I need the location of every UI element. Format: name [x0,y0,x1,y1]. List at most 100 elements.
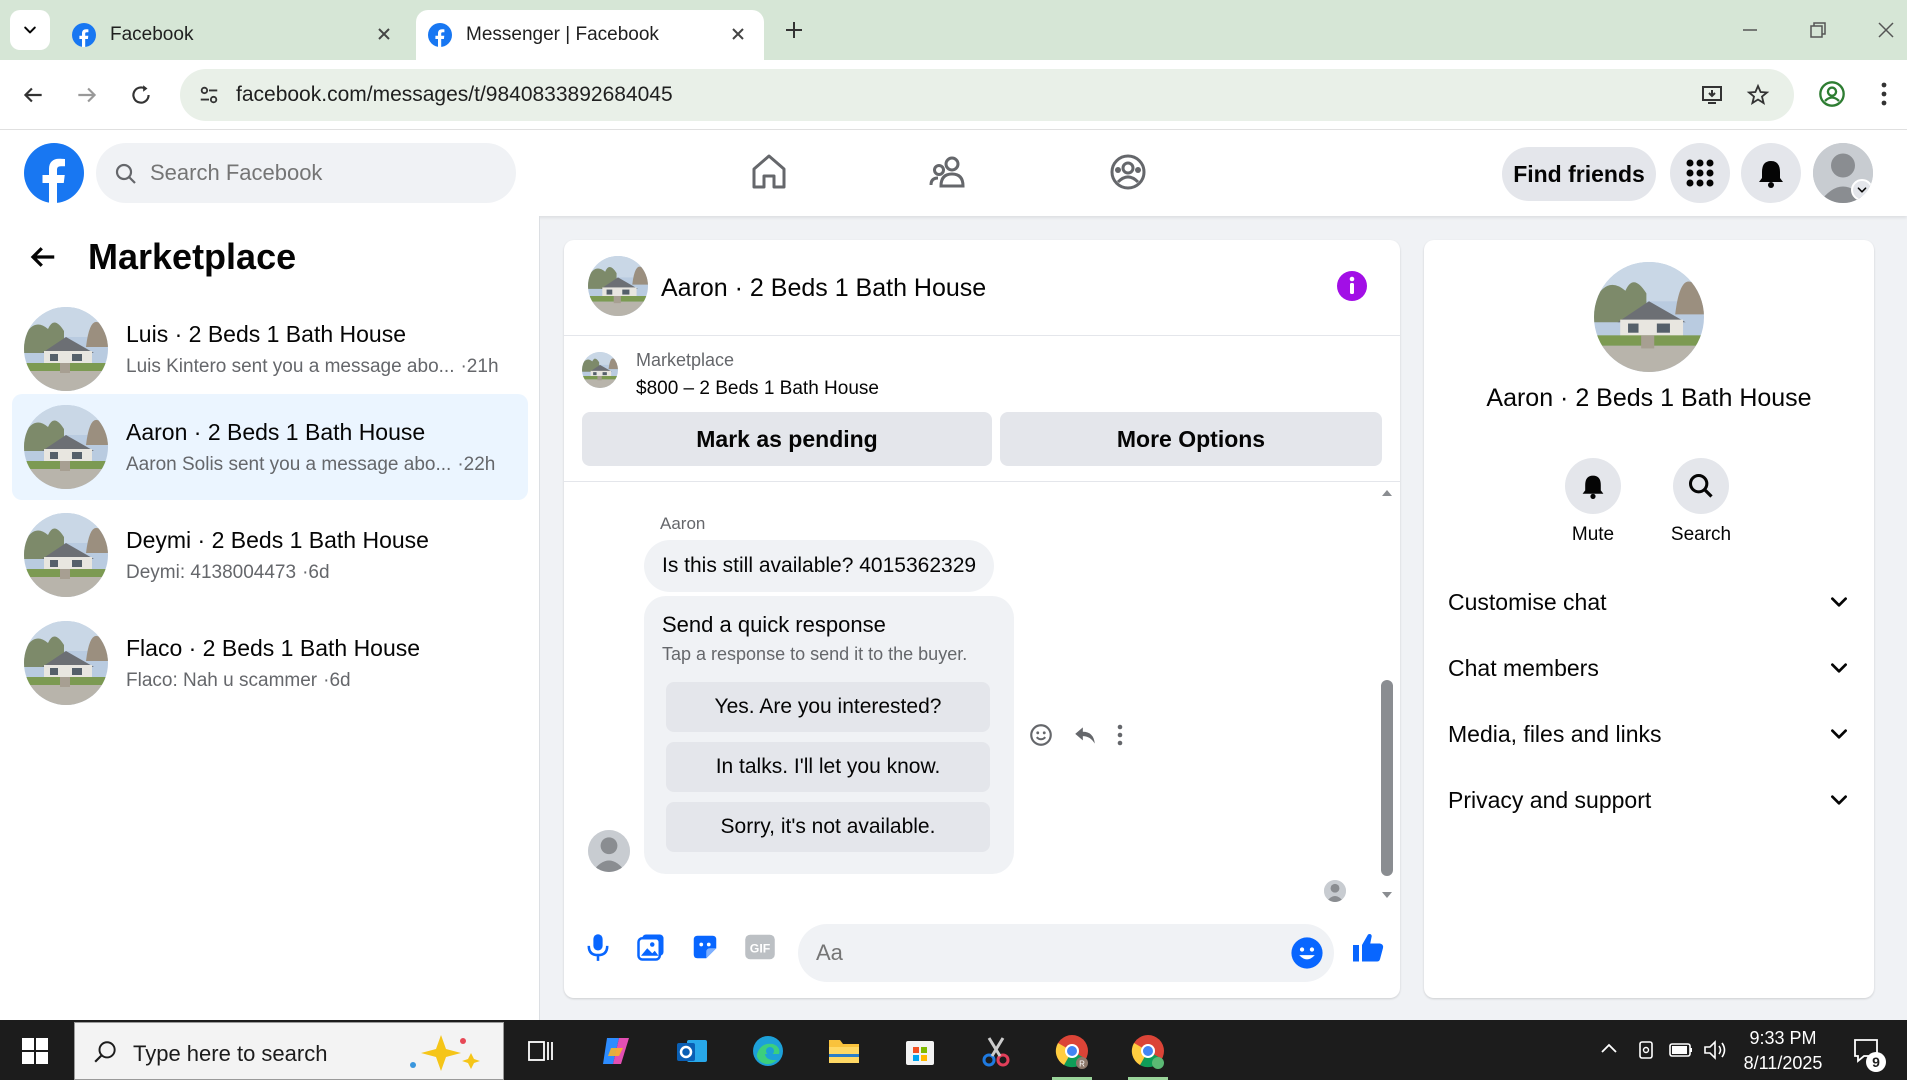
file-explorer-app[interactable] [820,1028,868,1074]
conversation-item-selected[interactable]: Aaron · 2 Beds 1 Bath House Aaron Solis … [12,394,528,500]
chat-title[interactable]: Aaron · 2 Beds 1 Bath House [661,274,986,303]
facebook-favicon-icon [72,23,96,47]
chat-details-panel: Aaron · 2 Beds 1 Bath House Mute Search … [1424,240,1874,998]
windows-start-icon[interactable] [22,1038,48,1064]
close-icon[interactable] [374,24,394,44]
forward-arrow-icon[interactable] [74,82,100,108]
photo-icon[interactable] [636,932,666,962]
find-friends-button[interactable]: Find friends [1502,147,1656,201]
section-media-files-links[interactable]: Media, files and links [1448,710,1850,758]
conversation-item[interactable]: Luis · 2 Beds 1 Bath House Luis Kintero … [12,296,528,402]
back-arrow-icon[interactable] [20,82,46,108]
conversation-name: Deymi · 2 Beds 1 Bath House [126,526,429,553]
install-app-icon[interactable] [1700,83,1724,107]
message-actions [1028,722,1124,748]
message-scrollbar[interactable] [1374,482,1400,912]
task-view-button[interactable] [516,1028,564,1074]
house-photo-icon [24,405,108,489]
reload-icon[interactable] [128,82,154,108]
notifications-button[interactable] [1741,143,1801,203]
battery-icon[interactable] [1668,1038,1694,1062]
account-chevron [1851,179,1873,201]
outlook-app[interactable] [668,1028,716,1074]
tab-search-button[interactable] [10,10,50,50]
listing-thumbnail[interactable] [582,352,618,388]
more-options-button[interactable]: More Options [1000,412,1382,466]
snipping-tool-app[interactable] [972,1028,1020,1074]
url-text[interactable]: facebook.com/messages/t/9840833892684045 [236,83,673,107]
section-label: Privacy and support [1448,786,1652,813]
scroll-down-icon[interactable] [1380,890,1394,900]
account-avatar[interactable] [1813,143,1873,203]
menu-button[interactable] [1670,143,1730,203]
sticker-icon[interactable] [690,932,720,962]
meet-now-icon[interactable] [1636,1038,1658,1062]
seen-avatar [1324,880,1346,902]
conversation-item[interactable]: Deymi · 2 Beds 1 Bath House Deymi: 41380… [12,502,528,608]
listing-price[interactable]: $800 – 2 Beds 1 Bath House [636,378,879,400]
close-icon[interactable] [728,24,748,44]
window-close-icon[interactable] [1874,18,1898,42]
reply-icon[interactable] [1072,722,1098,748]
groups-icon[interactable] [1108,152,1148,192]
taskbar-search[interactable]: Type here to search [74,1022,504,1080]
conversation-preview: Flaco: Nah u scammer [126,669,318,691]
search-conversation-button[interactable]: Search [1646,458,1756,546]
minimize-icon[interactable] [1738,18,1762,42]
tab-facebook[interactable]: Facebook [60,10,410,60]
emoji-icon[interactable] [1290,936,1324,970]
copilot-app[interactable] [592,1028,640,1074]
sender-avatar[interactable] [588,830,630,872]
search-icon [1688,473,1713,498]
facebook-search[interactable] [96,143,516,203]
mute-button[interactable]: Mute [1538,458,1648,546]
back-arrow-icon[interactable] [28,242,58,272]
tab-messenger[interactable]: Messenger | Facebook [416,10,764,60]
house-photo-icon [1594,262,1704,372]
info-icon[interactable] [1336,270,1368,302]
more-icon[interactable] [1116,723,1124,747]
scrollbar-thumb[interactable] [1381,680,1393,876]
microsoft-store-app[interactable] [896,1028,944,1074]
quick-reply-button[interactable]: Yes. Are you interested? [666,682,990,732]
quick-reply-button[interactable]: In talks. I'll let you know. [666,742,990,792]
tab-title: Facebook [110,24,194,45]
microphone-icon[interactable] [584,932,612,962]
quick-reply-button[interactable]: Sorry, it's not available. [666,802,990,852]
address-bar[interactable]: facebook.com/messages/t/9840833892684045 [180,69,1794,121]
home-icon[interactable] [750,152,788,192]
house-photo-icon [24,307,108,391]
edge-app[interactable] [744,1028,792,1074]
mark-as-pending-button[interactable]: Mark as pending [582,412,992,466]
chevron-down-icon [22,22,38,38]
section-chat-members[interactable]: Chat members [1448,644,1850,692]
thumbs-up-icon[interactable] [1350,930,1386,966]
browser-menu-icon[interactable] [1880,80,1888,108]
react-emoji-icon[interactable] [1028,722,1054,748]
chrome-app-1[interactable]: R [1048,1028,1096,1080]
friends-icon[interactable] [928,152,968,192]
section-customise-chat[interactable]: Customise chat [1448,578,1850,626]
new-tab-plus-icon[interactable] [782,18,806,42]
details-thumbnail[interactable] [1594,262,1704,372]
restore-icon[interactable] [1806,18,1830,42]
bookmark-star-icon[interactable] [1746,83,1770,107]
system-clock[interactable]: 9:33 PM 8/11/2025 [1728,1026,1838,1076]
browser-profile-icon[interactable] [1818,80,1846,108]
mute-circle [1565,458,1621,514]
chrome-app-2[interactable] [1124,1028,1172,1080]
conversation-item[interactable]: Flaco · 2 Beds 1 Bath House Flaco: Nah u… [12,610,528,716]
message-input[interactable] [816,924,1256,982]
facebook-logo-icon[interactable] [24,143,84,203]
site-settings-icon[interactable] [198,84,220,106]
section-privacy-support[interactable]: Privacy and support [1448,776,1850,824]
scroll-up-icon[interactable] [1380,488,1394,498]
house-photo-icon [24,621,108,705]
show-hidden-icons-icon[interactable] [1598,1038,1620,1060]
gif-icon[interactable]: GIF [744,932,776,962]
message-bubble[interactable]: Is this still available? 4015362329 [644,540,995,592]
search-input[interactable] [150,143,490,203]
notification-center[interactable]: 9 [1852,1036,1886,1072]
chat-thumbnail[interactable] [588,256,648,316]
volume-icon[interactable] [1702,1038,1728,1062]
